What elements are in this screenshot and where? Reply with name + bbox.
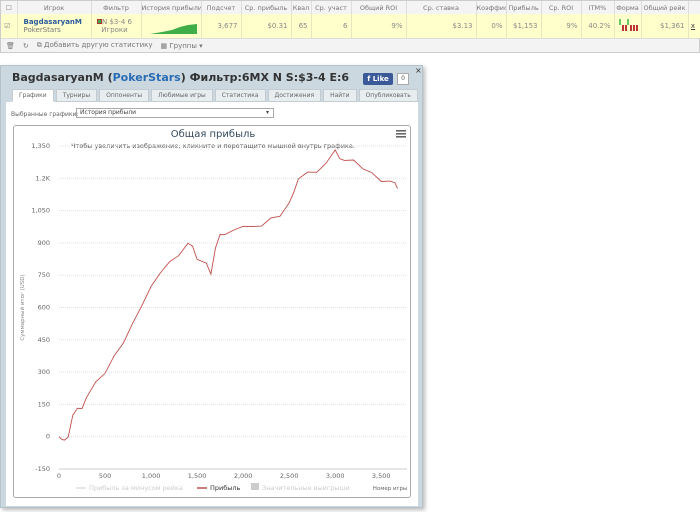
facebook-like-button[interactable]: f Like bbox=[363, 73, 393, 85]
groups-label: Группы bbox=[169, 41, 197, 50]
row-checkbox[interactable]: ☑ bbox=[1, 14, 18, 38]
add-stat-button[interactable]: ⧉ Добавить другую статистику bbox=[37, 41, 153, 50]
col-coef[interactable]: Коэффис bbox=[476, 1, 507, 14]
col-rake[interactable]: Общий рейк bbox=[641, 1, 689, 14]
tab-opponents[interactable]: Оппоненты bbox=[99, 89, 150, 102]
col-avg-profit[interactable]: Ср. прибыль bbox=[241, 1, 292, 14]
tab-achievements[interactable]: Достижения bbox=[267, 89, 322, 102]
window-title: BagdasaryanM (PokerStars) Фильтр:6MX N S… bbox=[12, 71, 350, 84]
y-tick-label: 0 bbox=[46, 433, 50, 441]
selected-charts-label: Выбранные графики: bbox=[11, 111, 79, 118]
y-tick-label: 600 bbox=[38, 304, 50, 312]
x-tick-label: 2,500 bbox=[280, 472, 299, 480]
header-row: ☐ Игрок Фильтр История прибыли Подсчет С… bbox=[1, 1, 700, 14]
coef-value: 0% bbox=[476, 14, 507, 38]
itm-value: 40.2% bbox=[581, 14, 615, 38]
x-tick-label: 0 bbox=[57, 472, 61, 480]
rake-value: $1,361 bbox=[641, 14, 689, 38]
refresh-icon[interactable]: ↻ bbox=[23, 42, 29, 50]
groups-button[interactable]: ▦ Группы ▾ bbox=[161, 42, 203, 50]
avg-stake-value: $3.13 bbox=[406, 14, 477, 38]
x-tick-label: 2,000 bbox=[234, 472, 253, 480]
y-tick-label: 750 bbox=[38, 271, 50, 279]
dropdown-arrow-icon: ▾ bbox=[265, 109, 269, 116]
site-link[interactable]: PokerStars bbox=[113, 71, 181, 84]
legend-big-wins-swatch bbox=[251, 483, 259, 490]
y-tick-label: 1,050 bbox=[31, 207, 50, 215]
y-tick-label: 150 bbox=[38, 400, 50, 408]
tab-statistics[interactable]: Статистика bbox=[214, 89, 266, 102]
y-tick-label: 1.2K bbox=[35, 174, 50, 182]
profit-sparkline bbox=[149, 24, 197, 34]
col-player[interactable]: Игрок bbox=[17, 1, 92, 14]
tab-tournaments[interactable]: Турниры bbox=[55, 89, 98, 102]
col-profit[interactable]: Прибыль bbox=[506, 1, 542, 14]
col-history[interactable]: История прибыли bbox=[141, 1, 202, 14]
table-row[interactable]: ☑ BagdasaryanM PokerStars N $3-4 6 Игроки … bbox=[1, 14, 700, 38]
profit-value: $1,153 bbox=[506, 14, 542, 38]
avg-part-value: 6 bbox=[311, 14, 352, 38]
legend-profit-label: Прибыль bbox=[210, 484, 241, 492]
count-value: 3,677 bbox=[201, 14, 242, 38]
player-window: BagdasaryanM (PokerStars) Фильтр:6MX N S… bbox=[0, 65, 423, 508]
col-avg-part[interactable]: Ср. участ bbox=[311, 1, 352, 14]
col-itm[interactable]: ITM% bbox=[581, 1, 615, 14]
col-qual[interactable]: Квал bbox=[291, 1, 312, 14]
col-avg-roi[interactable]: Ср. ROI bbox=[541, 1, 582, 14]
tab-charts[interactable]: Графики bbox=[12, 89, 54, 102]
form-chart bbox=[618, 19, 638, 31]
filter-text: N $3-4 6 bbox=[101, 18, 133, 26]
tab-bar: Графики Турниры Оппоненты Любимые игры С… bbox=[12, 89, 418, 102]
x-tick-label: 500 bbox=[99, 472, 111, 480]
filter-players: Игроки bbox=[101, 26, 128, 34]
tab-publish[interactable]: Опубликовать bbox=[358, 89, 418, 102]
add-stat-label: Добавить другую статистику bbox=[44, 41, 153, 49]
y-tick-label: 450 bbox=[38, 336, 50, 344]
avg-roi-value: 9% bbox=[541, 14, 582, 38]
like-count: 0 bbox=[397, 73, 409, 85]
col-count[interactable]: Подсчет bbox=[201, 1, 242, 14]
col-remove bbox=[688, 1, 700, 14]
x-tick-label: 3,500 bbox=[372, 472, 391, 480]
y-tick-label: 1,350 bbox=[31, 142, 50, 150]
col-filter[interactable]: Фильтр bbox=[91, 1, 142, 14]
col-select[interactable]: ☐ bbox=[1, 1, 18, 14]
tab-find[interactable]: Найти bbox=[323, 89, 357, 102]
profit-chart[interactable]: Общая прибыльЧтобы увеличить изображение… bbox=[14, 126, 412, 499]
player-name[interactable]: BagdasaryanM bbox=[24, 18, 88, 26]
y-tick-label: 900 bbox=[38, 239, 50, 247]
stats-table: ☐ Игрок Фильтр История прибыли Подсчет С… bbox=[0, 0, 700, 53]
legend-rake-label: Прибыль за минусом рейка bbox=[89, 484, 183, 492]
legend-big-wins-label: Значительные выигрыши bbox=[262, 484, 350, 492]
avg-profit-value: $0.31 bbox=[241, 14, 292, 38]
player-site: PokerStars bbox=[23, 26, 61, 34]
x-tick-label: 1,500 bbox=[188, 472, 207, 480]
col-avg-stake[interactable]: Ср. ставка bbox=[406, 1, 477, 14]
charts-pane: Выбранные графики: История прибыли ▾ Обща… bbox=[6, 102, 418, 506]
profit-series-line bbox=[58, 149, 398, 441]
remove-row-button[interactable]: x bbox=[688, 14, 700, 38]
trash-icon[interactable]: 🗑 bbox=[6, 42, 15, 50]
chart-container[interactable]: Общая прибыль Чтобы увеличить изображение… bbox=[13, 125, 411, 498]
x-axis-label: Номер игры bbox=[373, 486, 408, 492]
y-tick-label: -150 bbox=[35, 465, 50, 473]
x-tick-label: 3,000 bbox=[326, 472, 345, 480]
tab-favorite-games[interactable]: Любимые игры bbox=[151, 89, 213, 102]
chart-title: Общая прибыль bbox=[171, 129, 256, 140]
y-tick-label: 300 bbox=[38, 368, 50, 376]
y-axis-label: Суммарный итог (USD) bbox=[19, 274, 26, 340]
total-roi-value: 9% bbox=[351, 14, 407, 38]
chart-select[interactable]: История прибыли ▾ bbox=[76, 108, 274, 118]
x-tick-label: 1,000 bbox=[142, 472, 161, 480]
col-total-roi[interactable]: Общий ROI bbox=[351, 1, 407, 14]
qual-value: 65 bbox=[291, 14, 312, 38]
chart-menu-icon[interactable] bbox=[396, 130, 406, 138]
col-form[interactable]: Форма bbox=[614, 1, 642, 14]
close-button[interactable]: × bbox=[415, 66, 422, 75]
